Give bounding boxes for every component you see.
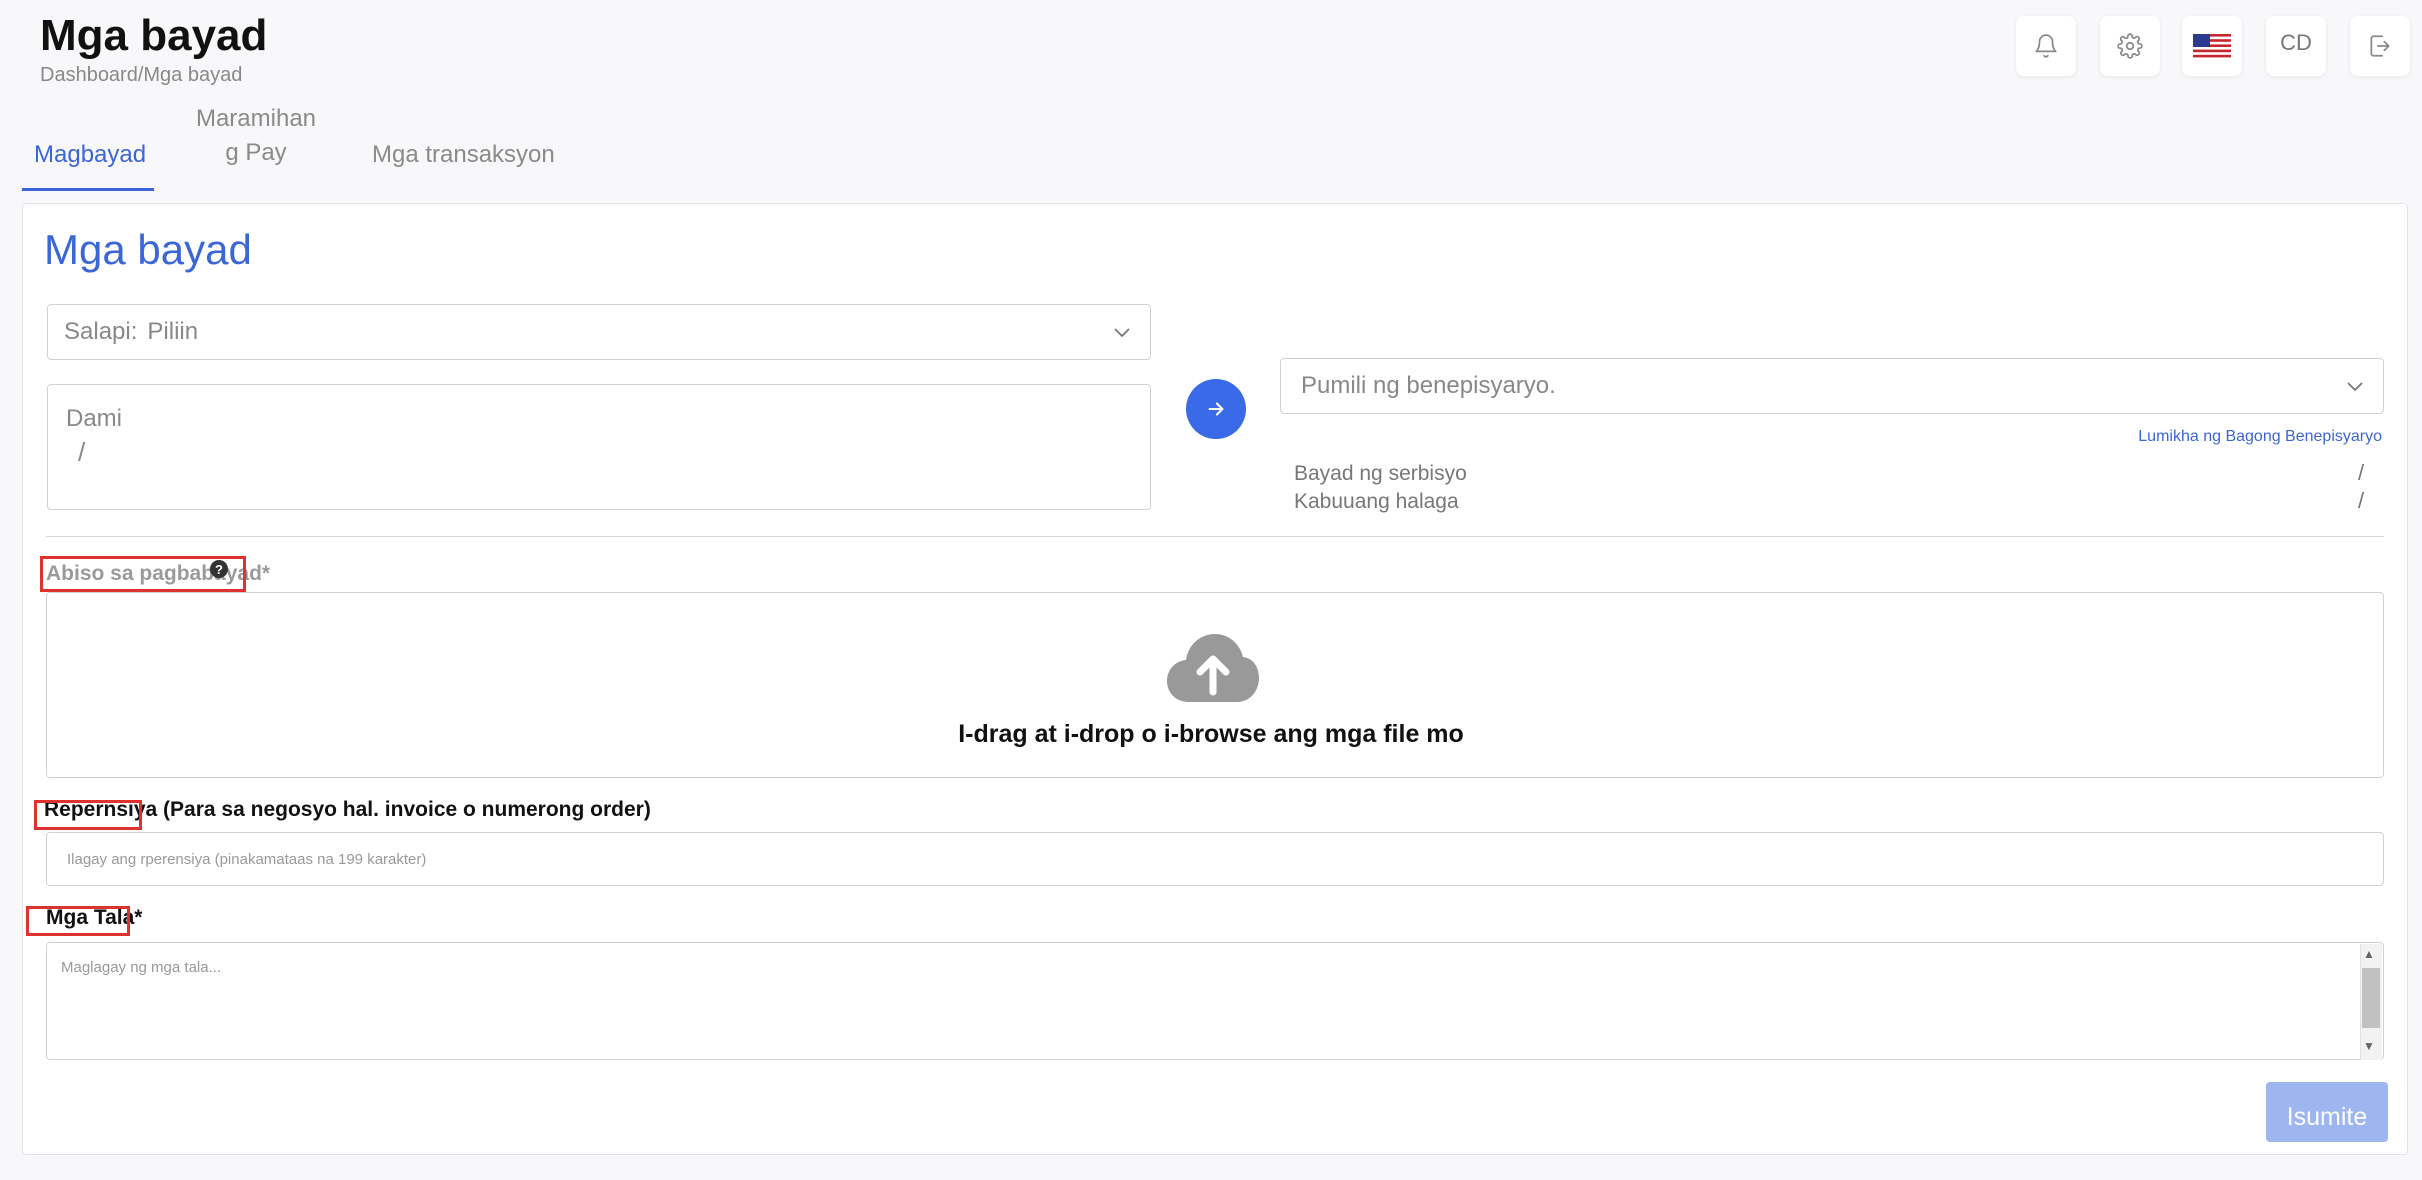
notes-textarea[interactable]: [46, 942, 2384, 1060]
tab-magbayad[interactable]: Magbayad: [34, 138, 146, 172]
card-title: Mga bayad: [44, 226, 252, 273]
create-beneficiary-link[interactable]: Lumikha ng Bagong Benepisyaryo: [2138, 428, 2382, 446]
amount-label: Dami: [66, 405, 123, 432]
scroll-thumb[interactable]: [2362, 968, 2380, 1028]
currency-select[interactable]: Salapi: Piliin: [47, 304, 1151, 360]
language-button[interactable]: [2182, 16, 2242, 76]
reference-input[interactable]: [46, 832, 2384, 886]
scroll-down-icon[interactable]: ▼: [2363, 1040, 2375, 1052]
breadcrumb[interactable]: Dashboard/Mga bayad: [40, 64, 242, 87]
bell-icon: [2035, 34, 2057, 58]
arrow-right-icon: [1208, 402, 1224, 416]
total-amount-label: Kabuuang halaga: [1294, 490, 1459, 513]
highlight-box: [40, 556, 246, 592]
highlight-box: [26, 906, 130, 936]
highlight-box: [34, 800, 142, 830]
notifications-button[interactable]: [2016, 16, 2076, 76]
tab-label-line1: Maramihan: [195, 105, 317, 132]
tab-maramihang-pay[interactable]: Maramihan g Pay: [193, 102, 319, 169]
total-amount-value: /: [2358, 488, 2365, 513]
currency-label: Salapi:: [64, 318, 138, 345]
amount-field[interactable]: Dami /: [47, 384, 1151, 510]
dropzone-text: I-drag at i-drop o i-browse ang mga file…: [958, 720, 1464, 748]
beneficiary-select[interactable]: Pumili ng benepisyaryo.: [1280, 358, 2384, 414]
scroll-up-icon[interactable]: ▲: [2363, 948, 2375, 960]
user-avatar[interactable]: CD: [2266, 16, 2326, 76]
page-title: Mga bayad: [40, 11, 268, 60]
cloud-upload-icon: [1167, 634, 1259, 702]
chevron-down-icon: [2347, 382, 2363, 392]
next-arrow-button[interactable]: [1186, 379, 1246, 439]
currency-value: Piliin: [147, 318, 199, 345]
active-tab-indicator: [22, 188, 154, 191]
user-initials: CD: [2280, 30, 2312, 55]
amount-value: /: [78, 437, 86, 467]
section-divider: [46, 536, 2384, 537]
beneficiary-placeholder: Pumili ng benepisyaryo.: [1301, 372, 1556, 399]
tab-mga-transaksyon[interactable]: Mga transaksyon: [372, 138, 555, 172]
submit-button[interactable]: Isumite: [2266, 1082, 2388, 1142]
us-flag-icon: [2193, 34, 2231, 58]
gear-icon: [2117, 33, 2143, 59]
service-fee-value: /: [2358, 460, 2365, 485]
logout-icon: [2370, 35, 2390, 57]
tab-label-line2: g Pay: [225, 138, 287, 166]
settings-button[interactable]: [2100, 16, 2160, 76]
logout-button[interactable]: [2350, 16, 2410, 76]
service-fee-label: Bayad ng serbisyo: [1294, 462, 1467, 485]
chevron-down-icon: [1114, 328, 1130, 338]
